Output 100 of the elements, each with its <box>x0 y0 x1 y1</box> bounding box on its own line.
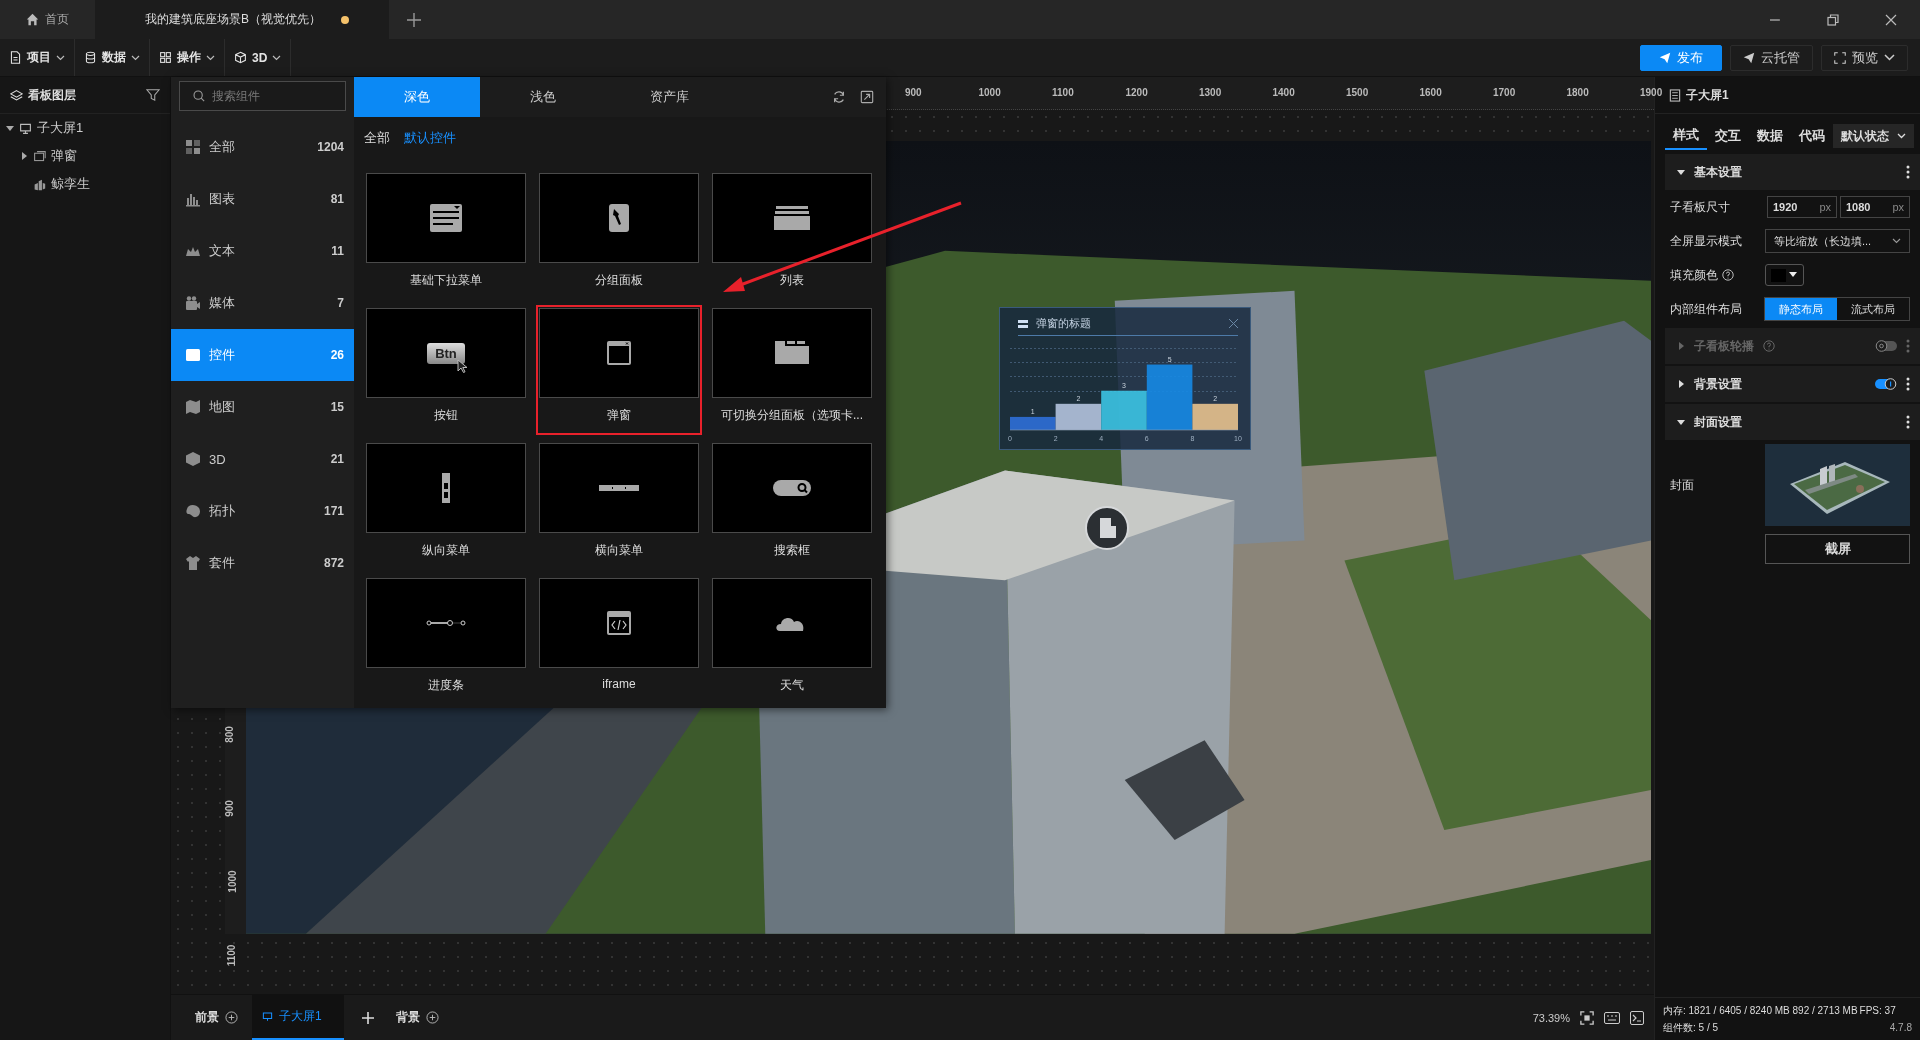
component-card[interactable]: 可切换分组面板（选项卡... <box>712 308 872 443</box>
add-icon[interactable] <box>361 1011 374 1024</box>
shirt-icon <box>185 555 201 571</box>
ruler-label: 900 <box>905 87 922 98</box>
caret-icon <box>1789 272 1797 278</box>
inspector-tab[interactable]: 样式 <box>1665 122 1707 150</box>
section-header[interactable]: 背景设置 <box>1665 366 1920 402</box>
more-icon[interactable] <box>1906 377 1910 391</box>
category-item[interactable]: 图表 81 <box>171 173 354 225</box>
component-label: 横向菜单 <box>595 542 643 559</box>
refresh-icon[interactable] <box>832 90 846 104</box>
layout-option[interactable]: 流式布局 <box>1837 298 1909 320</box>
database-icon <box>84 51 97 64</box>
category-item[interactable]: 套件 872 <box>171 537 354 589</box>
color-picker[interactable] <box>1765 264 1804 286</box>
more-icon[interactable] <box>1906 165 1910 179</box>
theme-tab[interactable]: 浅色 <box>480 77 606 117</box>
ruler-label: 1000 <box>978 87 1001 98</box>
number-field[interactable]: 1080 px <box>1840 196 1910 218</box>
menu-button[interactable]: 项目 <box>0 39 75 76</box>
screenshot-button[interactable]: 截屏 <box>1765 534 1910 564</box>
chevron-icon <box>272 54 282 61</box>
component-card[interactable]: 分组面板 <box>539 173 699 308</box>
chevron-icon <box>56 54 65 61</box>
state-select[interactable]: 默认状态 <box>1833 124 1914 148</box>
toolbar-button[interactable]: 预览 <box>1821 44 1908 71</box>
layer-item[interactable]: 鲸孪生 <box>0 170 170 198</box>
keyboard-icon[interactable] <box>1604 1011 1620 1024</box>
menu-button[interactable]: 操作 <box>150 39 225 76</box>
layer-tab[interactable]: 子大屏1 <box>252 995 344 1040</box>
mode-select[interactable]: 等比缩放（长边填... <box>1765 229 1910 253</box>
caret-icon[interactable] <box>20 152 28 160</box>
add-tab-icon[interactable] <box>407 12 421 27</box>
category-item[interactable]: 全部 1204 <box>171 121 354 173</box>
close-icon[interactable] <box>1885 13 1897 26</box>
layer-tab[interactable]: 背景 <box>391 995 443 1040</box>
theme-tab[interactable]: 资产库 <box>606 77 732 117</box>
close-icon <box>1229 319 1238 328</box>
export-icon[interactable] <box>860 90 874 104</box>
toolbar-button[interactable]: 云托管 <box>1730 44 1813 71</box>
fit-screen-icon[interactable] <box>1580 1010 1594 1025</box>
component-card[interactable]: 弹窗 <box>539 308 699 432</box>
ruler-label: 1800 <box>1566 87 1589 98</box>
tab-title: 我的建筑底座场景B（视觉优先） <box>145 11 321 28</box>
category-item[interactable]: 地图 15 <box>171 381 354 433</box>
section-header[interactable]: 基本设置 <box>1665 154 1920 190</box>
component-card[interactable]: 搜索框 <box>712 443 872 578</box>
toolbar-button[interactable]: 发布 <box>1640 44 1722 71</box>
field-label: 内部组件布局 <box>1670 300 1742 318</box>
layer-label: 子大屏1 <box>37 119 84 137</box>
terminal-icon[interactable] <box>1630 1010 1644 1025</box>
filter-icon[interactable] <box>146 88 160 102</box>
toggle-switch[interactable] <box>1875 378 1897 390</box>
filter-link[interactable]: 默认控件 <box>404 129 456 147</box>
number-field[interactable]: 1920 px <box>1767 196 1837 218</box>
component-label: 按钮 <box>434 407 458 424</box>
category-item[interactable]: 文本 11 <box>171 225 354 277</box>
menu-button[interactable]: 数据 <box>75 39 150 76</box>
category-item[interactable]: 控件 26 <box>171 329 354 381</box>
bar-chart-icon <box>185 191 201 207</box>
layer-tab[interactable]: 前景 <box>191 995 242 1040</box>
component-card[interactable]: 基础下拉菜单 <box>366 173 526 308</box>
component-card[interactable]: 横向菜单 <box>539 443 699 578</box>
layer-item[interactable]: 子大屏1 <box>0 114 170 142</box>
caret-icon[interactable] <box>6 124 14 132</box>
menu-button[interactable]: 3D <box>225 39 292 76</box>
layer-item[interactable]: 弹窗 <box>0 142 170 170</box>
component-card[interactable]: 列表 <box>712 173 872 308</box>
restore-icon[interactable] <box>1827 13 1839 26</box>
document-tab[interactable]: 我的建筑底座场景B（视觉优先） <box>95 0 389 39</box>
more-icon[interactable] <box>1906 415 1910 429</box>
ruler-label: 1200 <box>1125 87 1148 98</box>
component-label: 基础下拉菜单 <box>410 272 482 289</box>
screen-icon <box>19 121 32 135</box>
filter-link[interactable]: 全部 <box>364 129 390 147</box>
inspector-tab[interactable]: 数据 <box>1749 122 1791 150</box>
inspector-tab[interactable]: 代码 <box>1791 122 1833 150</box>
document-icon <box>9 51 22 64</box>
theme-tab[interactable]: 深色 <box>354 77 480 117</box>
component-card[interactable]: Btn 按钮 <box>366 308 526 443</box>
inspector-tab[interactable]: 交互 <box>1707 122 1749 150</box>
chevron-icon <box>1897 133 1906 139</box>
category-item[interactable]: 媒体 7 <box>171 277 354 329</box>
category-item[interactable]: 3D 21 <box>171 433 354 485</box>
component-card[interactable]: iframe <box>539 578 699 713</box>
tab-title: 首页 <box>45 11 69 28</box>
component-card[interactable]: 进度条 <box>366 578 526 713</box>
ruler-label: 1500 <box>1346 87 1369 98</box>
component-label: 搜索框 <box>774 542 810 559</box>
category-item[interactable]: 拓扑 171 <box>171 485 354 537</box>
component-card[interactable]: 天气 <box>712 578 872 713</box>
component-label: 列表 <box>780 272 804 289</box>
grid-icon <box>185 139 201 155</box>
component-card[interactable]: 纵向菜单 <box>366 443 526 578</box>
ruler-label: 1600 <box>1419 87 1442 98</box>
panel-title: 看板图层 <box>28 86 76 104</box>
layout-option[interactable]: 静态布局 <box>1765 298 1837 320</box>
chevron-icon <box>206 54 215 61</box>
search-field[interactable]: 搜索组件 <box>179 81 346 111</box>
section-header[interactable]: 封面设置 <box>1665 404 1920 440</box>
